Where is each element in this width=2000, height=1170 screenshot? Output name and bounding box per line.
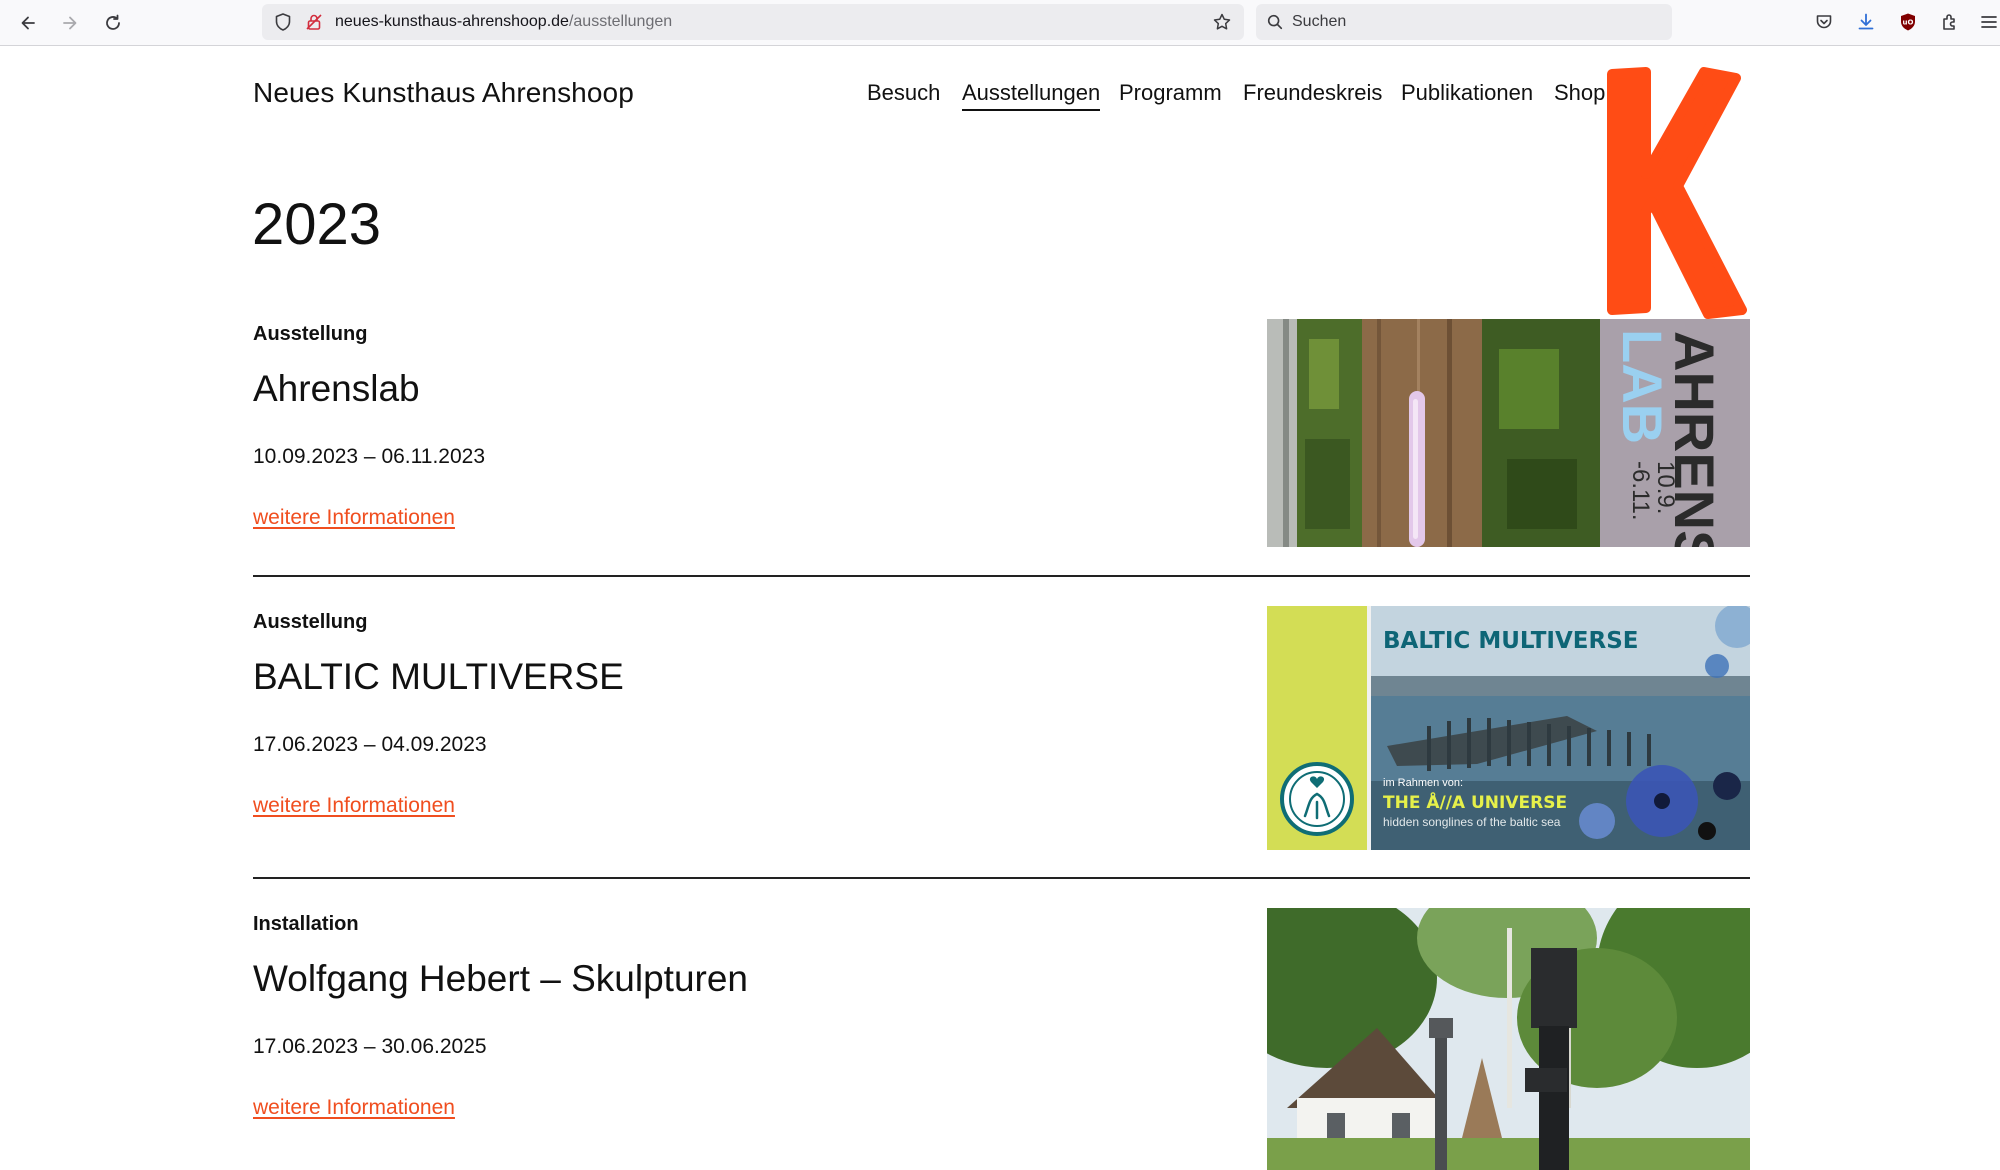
exhibition-entry-baltic-multiverse: Ausstellung BALTIC MULTIVERSE 17.06.2023…	[253, 606, 1750, 850]
entry-dates: 17.06.2023 – 30.06.2025	[253, 1035, 487, 1058]
nav-item-ausstellungen[interactable]: Ausstellungen	[962, 79, 1101, 111]
back-arrow-icon	[21, 16, 35, 30]
menu-icon	[1981, 16, 1997, 28]
ublock-button[interactable]: uO	[1897, 11, 1919, 33]
image-sub-text: hidden songlines of the baltic sea	[1383, 815, 1561, 829]
svg-text:uO: uO	[1903, 19, 1914, 27]
reload-icon	[106, 14, 120, 30]
exhibition-entry-ahrenslab: Ausstellung Ahrenslab 10.09.2023 – 06.11…	[253, 319, 1750, 548]
nav-item-freundeskreis[interactable]: Freundeskreis	[1243, 79, 1382, 107]
nav-item-besuch[interactable]: Besuch	[867, 79, 940, 107]
installation-entry-wolfgang-hebert: Installation Wolfgang Hebert – Skulpture…	[253, 908, 1750, 1170]
entry-title[interactable]: Ahrenslab	[253, 367, 420, 411]
image-date-start: 10.9.	[1652, 461, 1679, 514]
download-icon	[1858, 13, 1874, 30]
nav-item-shop[interactable]: Shop	[1554, 79, 1605, 107]
entry-title[interactable]: Wolfgang Hebert – Skulpturen	[253, 957, 748, 1001]
entry-kind: Installation	[253, 913, 359, 935]
image-date-end: -6.11.	[1627, 461, 1654, 521]
url-path: /ausstellungen	[568, 13, 673, 30]
entry-dates: 10.09.2023 – 06.11.2023	[253, 445, 485, 468]
year-heading: 2023	[252, 192, 382, 257]
more-info-link[interactable]: weitere Informationen	[253, 793, 455, 819]
extensions-button[interactable]	[1939, 11, 1961, 33]
address-bar[interactable]: neues-kunsthaus-ahrenshoop.de/ausstellun…	[262, 4, 1244, 40]
ublock-icon: uO	[1901, 13, 1915, 31]
url-domain: neues-kunsthaus-ahrenshoop.de	[335, 13, 569, 30]
search-icon	[1267, 14, 1283, 30]
more-info-link[interactable]: weitere Informationen	[253, 1095, 455, 1121]
brand-logo-k[interactable]	[1600, 62, 1750, 320]
nav-item-programm[interactable]: Programm	[1119, 79, 1222, 107]
forward-button[interactable]	[55, 8, 85, 38]
menu-button[interactable]	[1978, 11, 2000, 33]
extensions-icon	[1943, 14, 1955, 30]
wolfgang-hebert-sculpture-image[interactable]	[1267, 908, 1750, 1170]
entry-title[interactable]: BALTIC MULTIVERSE	[253, 655, 624, 699]
more-info-link[interactable]: weitere Informationen	[253, 505, 455, 531]
shield-icon[interactable]	[273, 12, 293, 32]
lock-icon[interactable]	[304, 12, 324, 32]
divider	[253, 877, 1750, 879]
pocket-icon	[1816, 15, 1832, 29]
url-text[interactable]: neues-kunsthaus-ahrenshoop.de/ausstellun…	[335, 13, 672, 31]
entry-kind: Ausstellung	[253, 323, 368, 345]
forward-arrow-icon	[63, 16, 77, 30]
search-input[interactable]: Suchen	[1256, 4, 1672, 40]
nav-item-publikationen[interactable]: Publikationen	[1401, 79, 1533, 107]
browser-toolbar: neues-kunsthaus-ahrenshoop.de/ausstellun…	[0, 0, 2000, 46]
reload-button[interactable]	[98, 8, 128, 38]
pocket-button[interactable]	[1813, 11, 1835, 33]
back-button[interactable]	[13, 8, 43, 38]
image-word-lab: LAB	[1611, 329, 1674, 444]
search-placeholder: Suchen	[1292, 13, 1347, 30]
site-title[interactable]: Neues Kunsthaus Ahrenshoop	[253, 76, 634, 110]
image-headline: BALTIC MULTIVERSE	[1383, 628, 1638, 654]
divider	[253, 575, 1750, 577]
image-small-text: im Rahmen von:	[1383, 777, 1463, 789]
ahrenslab-exhibition-image[interactable]: AHRENS LAB 10.9. -6.11.	[1267, 319, 1750, 547]
downloads-button[interactable]	[1855, 11, 1877, 33]
baltic-multiverse-exhibition-image[interactable]: BALTIC MULTIVERSE im Rahmen von: THE Å//…	[1267, 606, 1750, 850]
entry-kind: Ausstellung	[253, 611, 368, 633]
bookmark-star-icon[interactable]	[1212, 12, 1232, 32]
image-universe-text: THE Å//A UNIVERSE	[1383, 790, 1567, 813]
entry-dates: 17.06.2023 – 04.09.2023	[253, 733, 487, 756]
